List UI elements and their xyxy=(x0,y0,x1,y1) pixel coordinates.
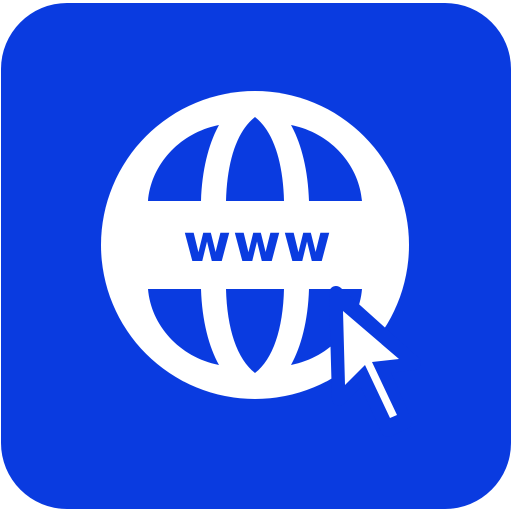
app-icon[interactable]: www xyxy=(1,3,511,509)
app-icon-graphic: www xyxy=(101,91,421,437)
www-label: www xyxy=(183,214,333,274)
